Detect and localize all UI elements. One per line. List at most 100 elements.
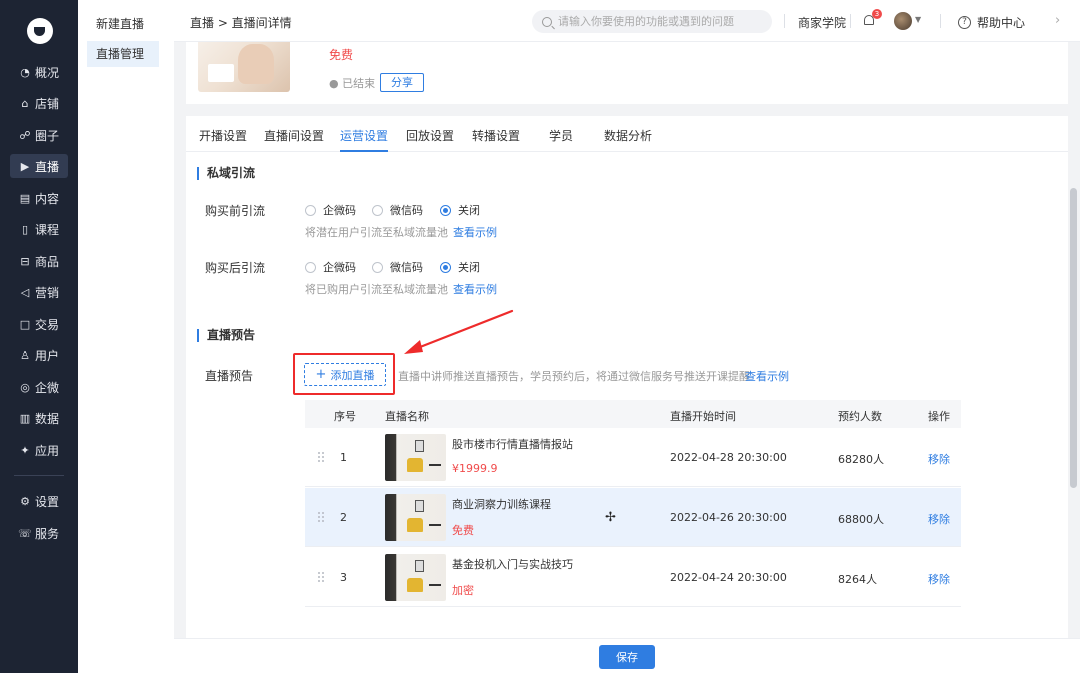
tab-students[interactable]: 学员 bbox=[549, 127, 573, 152]
header-divider bbox=[940, 14, 941, 28]
reservation-count: 68800人 bbox=[838, 513, 884, 526]
table-row[interactable]: 3 基金投机入门与实战技巧 加密 2022-04-24 20:30:00 826… bbox=[305, 548, 961, 607]
notification-bell-icon[interactable]: 3 bbox=[862, 9, 882, 27]
subnav-live-management[interactable]: 直播管理 bbox=[87, 41, 159, 67]
app-logo[interactable] bbox=[27, 18, 53, 44]
product-icon: ⊟ bbox=[20, 254, 30, 268]
add-live-label: 添加直播 bbox=[330, 368, 375, 382]
course-icon: ▯ bbox=[21, 222, 29, 236]
chevron-down-icon[interactable]: ▼ bbox=[915, 15, 921, 24]
share-button[interactable]: 分享 bbox=[380, 73, 424, 92]
live-start-time: 2022-04-28 20:30:00 bbox=[670, 451, 787, 464]
tab-operation-settings[interactable]: 运营设置 bbox=[340, 127, 389, 152]
sidebar-item-label: 设置 bbox=[35, 494, 60, 509]
section-title-private-traffic: 私域引流 bbox=[197, 167, 255, 180]
add-live-button[interactable]: + 添加直播 bbox=[304, 363, 386, 386]
post-purchase-radio-off[interactable]: 关闭 bbox=[440, 259, 480, 275]
row-index: 1 bbox=[340, 451, 347, 464]
pre-purchase-example-link[interactable]: 查看示例 bbox=[453, 224, 497, 240]
column-header-start-time: 直播开始时间 bbox=[670, 410, 736, 423]
content-icon: ▤ bbox=[19, 191, 31, 205]
sidebar-item-8[interactable]: ◁ 营销 bbox=[10, 280, 68, 304]
post-purchase-radio-wecom[interactable]: 企微码 bbox=[305, 259, 356, 275]
sidebar-item-label: 课程 bbox=[35, 222, 60, 237]
help-center-link[interactable]: ? 帮助中心 bbox=[958, 14, 1025, 31]
live-room-summary: 免费 ● 已结束 分享 bbox=[186, 42, 1068, 104]
tab-rebroadcast-settings[interactable]: 转播设置 bbox=[472, 127, 520, 152]
move-cursor-icon: ✢ bbox=[605, 510, 616, 525]
live-start-time: 2022-04-24 20:30:00 bbox=[670, 571, 787, 584]
remove-link[interactable]: 移除 bbox=[928, 511, 950, 527]
sidebar-item-13[interactable]: ✦ 应用 bbox=[10, 438, 68, 462]
user-icon: ♙ bbox=[20, 348, 30, 362]
row-index: 3 bbox=[340, 571, 347, 584]
scrollbar-thumb[interactable] bbox=[1070, 188, 1077, 488]
drag-handle-icon[interactable] bbox=[318, 572, 326, 582]
live-thumbnail bbox=[385, 434, 446, 481]
section-title-live-preview: 直播预告 bbox=[197, 329, 255, 342]
remove-link[interactable]: 移除 bbox=[928, 451, 950, 467]
megaphone-icon: ◁ bbox=[20, 285, 30, 299]
sidebar-item-label: 用户 bbox=[35, 348, 60, 363]
remove-link[interactable]: 移除 bbox=[928, 571, 950, 587]
sidebar-item-label: 店铺 bbox=[35, 96, 60, 111]
row-index: 2 bbox=[340, 511, 347, 524]
sidebar-item-label: 营销 bbox=[35, 285, 60, 300]
sidebar-item-2[interactable]: ⌂ 店铺 bbox=[10, 91, 68, 115]
sidebar-item-7[interactable]: ⊟ 商品 bbox=[10, 249, 68, 273]
search-input[interactable] bbox=[558, 15, 758, 28]
main-sidebar: ◔ 概况 ⌂ 店铺 ☍ 圈子 ▶ 直播 ▤ 内容 ▯ 课程 ⊟ 商品 ◁ 营销 □ 交易 ♙ 用户 ◎ 企微 ▥ 数据 ✦ 应用 ⚙… bbox=[0, 0, 78, 673]
sidebar-item-label: 服务 bbox=[35, 526, 60, 541]
avatar[interactable] bbox=[894, 12, 912, 30]
subnav-new-live[interactable]: 新建直播 bbox=[87, 11, 159, 37]
sidebar-item-3[interactable]: ☍ 圈子 bbox=[10, 123, 68, 147]
sidebar-item-label: 商品 bbox=[35, 254, 60, 269]
live-start-time: 2022-04-26 20:30:00 bbox=[670, 511, 787, 524]
sidebar-item-11[interactable]: ◎ 企微 bbox=[10, 375, 68, 399]
chevron-right-icon[interactable]: › bbox=[1055, 13, 1060, 28]
sidebar-item-10[interactable]: ♙ 用户 bbox=[10, 343, 68, 367]
post-purchase-hint: 将已购用户引流至私域流量池 bbox=[305, 283, 448, 296]
merchant-academy-link[interactable]: 商家学院 bbox=[798, 14, 846, 31]
settings-icon: ⚙ bbox=[20, 494, 30, 508]
clock-icon: ◔ bbox=[20, 65, 30, 79]
tab-replay-settings[interactable]: 回放设置 bbox=[406, 127, 454, 152]
pre-purchase-radio-wechat[interactable]: 微信码 bbox=[372, 202, 423, 218]
sidebar-item-12[interactable]: ▥ 数据 bbox=[10, 406, 68, 430]
sidebar-item-6[interactable]: ▯ 课程 bbox=[10, 217, 68, 241]
sidebar-item-4[interactable]: ▶ 直播 bbox=[10, 154, 68, 178]
live-preview-hint: 直播中讲师推送直播预告，学员预约后，将通过微信服务号推送开课提醒 bbox=[398, 370, 750, 383]
tab-room-settings[interactable]: 直播间设置 bbox=[264, 127, 324, 152]
sidebar-divider bbox=[14, 475, 64, 476]
sidebar-item-label: 直播 bbox=[35, 159, 60, 174]
wecom-icon: ◎ bbox=[20, 380, 30, 394]
live-preview-example-link[interactable]: 查看示例 bbox=[745, 368, 789, 384]
post-purchase-label: 购买后引流 bbox=[205, 261, 266, 275]
sidebar-item-5[interactable]: ▤ 内容 bbox=[10, 186, 68, 210]
sidebar-item-15[interactable]: ☏ 服务 bbox=[10, 521, 68, 545]
table-row[interactable]: 1 股市楼市行情直播情报站 ¥1999.9 2022-04-28 20:30:0… bbox=[305, 428, 961, 487]
pre-purchase-radio-wecom[interactable]: 企微码 bbox=[305, 202, 356, 218]
live-status: ● 已结束 bbox=[329, 77, 376, 90]
tab-broadcast-settings[interactable]: 开播设置 bbox=[199, 127, 247, 152]
save-button[interactable]: 保存 bbox=[599, 645, 655, 669]
plus-icon: + bbox=[315, 367, 327, 382]
global-search[interactable] bbox=[532, 10, 772, 33]
drag-handle-icon[interactable] bbox=[318, 452, 326, 462]
drag-handle-icon[interactable] bbox=[318, 512, 326, 522]
table-row[interactable]: 2 商业洞察力训练课程 免费 ✢ 2022-04-26 20:30:00 688… bbox=[305, 488, 961, 547]
live-thumbnail bbox=[385, 554, 446, 601]
live-price: 免费 bbox=[452, 524, 474, 537]
sidebar-item-9[interactable]: □ 交易 bbox=[10, 312, 68, 336]
sidebar-item-14[interactable]: ⚙ 设置 bbox=[10, 489, 68, 513]
settings-panel: 开播设置 直播间设置 运营设置 回放设置 转播设置 学员 数据分析 私域引流 购… bbox=[186, 116, 1068, 638]
post-purchase-radio-wechat[interactable]: 微信码 bbox=[372, 259, 423, 275]
service-icon: ☏ bbox=[18, 526, 32, 540]
post-purchase-example-link[interactable]: 查看示例 bbox=[453, 281, 497, 297]
tab-data-analysis[interactable]: 数据分析 bbox=[604, 127, 652, 152]
breadcrumb: 直播 > 直播间详情 bbox=[190, 16, 292, 30]
pre-purchase-radio-off[interactable]: 关闭 bbox=[440, 202, 480, 218]
sidebar-item-label: 数据 bbox=[35, 411, 60, 426]
sidebar-item-1[interactable]: ◔ 概况 bbox=[10, 60, 68, 84]
settings-tabs: 开播设置 直播间设置 运营设置 回放设置 转播设置 学员 数据分析 bbox=[186, 116, 1068, 152]
